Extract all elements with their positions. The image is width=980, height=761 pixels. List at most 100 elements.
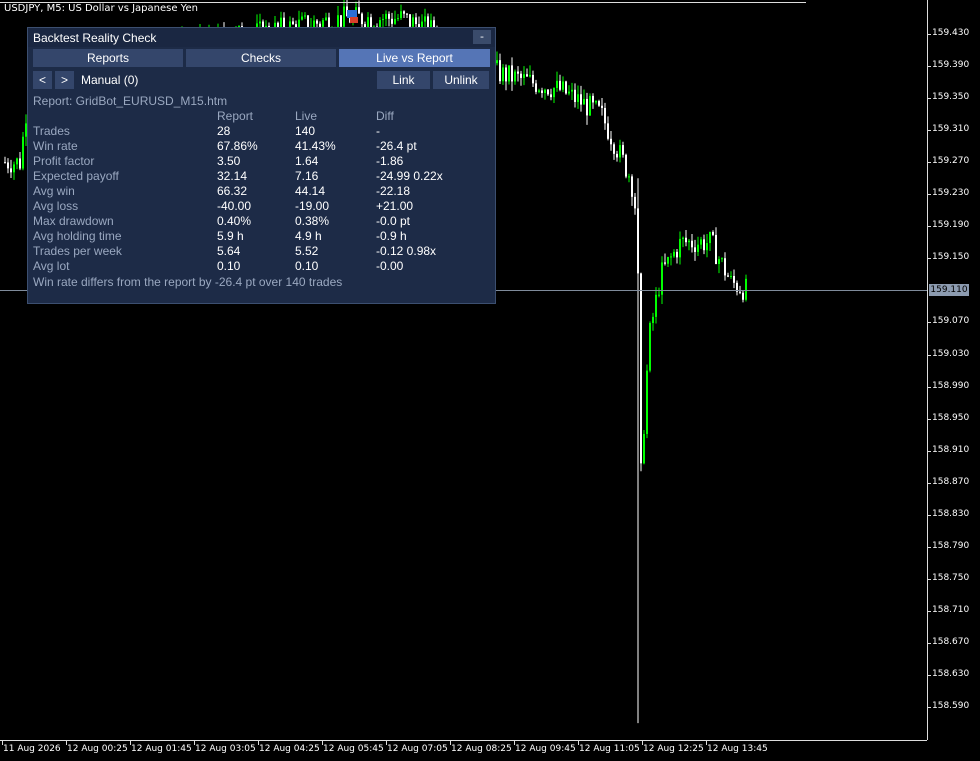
table-row: Expected payoff 32.14 7.16 -24.99 0.22x — [33, 169, 490, 184]
candle — [586, 92, 588, 125]
row-label: Avg holding time — [33, 229, 122, 243]
time-tick-label: 12 Aug 12:25 — [643, 744, 704, 754]
candle — [676, 249, 678, 264]
candle — [652, 312, 654, 331]
price-tick-label: 159.070 — [932, 316, 970, 327]
time-tick-label: 12 Aug 08:25 — [451, 744, 512, 754]
candle — [16, 157, 18, 170]
candle — [613, 142, 615, 160]
row-label: Expected payoff — [33, 169, 119, 183]
row-live-value: 0.38% — [295, 214, 330, 228]
time-tick-label: 11 Aug 2026 — [3, 744, 61, 754]
candle — [604, 102, 606, 130]
candle — [403, 10, 405, 19]
candle — [391, 12, 393, 29]
candle — [649, 321, 651, 373]
candle — [529, 65, 531, 78]
unlink-button[interactable]: Unlink — [433, 71, 489, 89]
candle — [517, 66, 519, 82]
next-button[interactable]: > — [55, 71, 74, 89]
candle — [625, 153, 627, 179]
table-row: Trades 28 140 - — [33, 124, 490, 139]
row-live-value: 1.64 — [295, 154, 319, 168]
summary-text: Win rate differs from the report by -26.… — [33, 275, 343, 289]
table-row: Win rate 67.86% 41.43% -26.4 pt — [33, 139, 490, 154]
candle — [547, 88, 549, 96]
candle — [589, 93, 591, 116]
row-label: Avg loss — [33, 199, 79, 213]
table-row: Avg holding time 5.9 h 4.9 h -0.9 h — [33, 229, 490, 244]
price-tickmark — [928, 130, 931, 132]
table-row: Avg win 66.32 44.14 -22.18 — [33, 184, 490, 199]
price-tickmark — [928, 258, 931, 260]
row-label: Trades per week — [33, 244, 122, 258]
candle — [7, 158, 9, 174]
candle — [673, 249, 675, 258]
candle — [703, 234, 705, 255]
time-tickmark — [578, 741, 579, 745]
row-diff-value: -0.0 pt — [376, 214, 411, 228]
link-button[interactable]: Link — [377, 71, 430, 89]
price-tickmark — [928, 322, 931, 324]
candle — [4, 156, 6, 164]
candle — [502, 64, 504, 85]
time-tickmark — [2, 741, 3, 745]
candle — [736, 280, 738, 296]
candle — [541, 87, 543, 98]
candle — [301, 12, 303, 21]
price-tickmark — [928, 610, 931, 612]
tab-live-vs-report[interactable]: Live vs Report — [339, 49, 490, 67]
candle — [19, 151, 21, 171]
tab-bar: Reports Checks Live vs Report — [33, 49, 490, 67]
candle — [397, 14, 399, 22]
candle — [535, 79, 537, 95]
candle — [505, 64, 507, 91]
candle — [595, 100, 597, 105]
candle — [742, 290, 744, 303]
row-report-value: 32.14 — [217, 169, 248, 183]
table-row: Avg lot 0.10 0.10 -0.00 — [33, 259, 490, 274]
price-axis[interactable]: 159.110 159.430 159.390 159.350 159.310 159.… — [927, 0, 980, 740]
candle — [733, 269, 735, 289]
candle — [634, 192, 636, 215]
row-diff-value: +21.00 — [376, 199, 414, 213]
price-tickmark — [928, 386, 931, 388]
price-tick-label: 159.150 — [932, 252, 970, 263]
manual-count-label: Manual (0) — [81, 73, 139, 87]
price-tickmark — [928, 642, 931, 644]
price-tick-label: 159.310 — [932, 124, 970, 135]
tab-reports[interactable]: Reports — [33, 49, 183, 67]
candle — [292, 17, 294, 25]
time-tick-label: 12 Aug 07:05 — [387, 744, 448, 754]
candle — [568, 85, 570, 96]
candle — [496, 51, 498, 66]
price-tick-label: 159.030 — [932, 348, 970, 359]
minimize-button[interactable]: - — [473, 30, 491, 44]
candle — [562, 76, 564, 93]
candle — [667, 256, 669, 268]
time-axis[interactable]: 11 Aug 2026 12 Aug 00:25 12 Aug 01:45 12 Au… — [0, 740, 927, 761]
tab-checks[interactable]: Checks — [186, 49, 336, 67]
row-diff-value: - — [376, 124, 380, 138]
candle — [685, 230, 687, 247]
candle — [538, 88, 540, 94]
price-tick-label: 158.750 — [932, 572, 970, 583]
candle — [727, 272, 729, 278]
time-tick-label: 12 Aug 13:45 — [707, 744, 768, 754]
time-tickmark — [194, 741, 195, 745]
candle — [259, 13, 261, 28]
panel-title-bar[interactable]: Backtest Reality Check - — [28, 28, 495, 47]
candle — [526, 68, 528, 77]
time-tickmark — [514, 741, 515, 745]
candle — [388, 11, 390, 27]
candle — [694, 239, 696, 261]
comparison-table: Report Live Diff Trades 28 140 - Win rate 67.… — [33, 109, 490, 274]
row-live-value: 5.52 — [295, 244, 319, 258]
candle — [712, 230, 714, 237]
price-tickmark — [928, 418, 931, 420]
backtest-reality-check-panel[interactable]: Backtest Reality Check - Reports Checks … — [27, 27, 496, 304]
price-tick-label: 158.790 — [932, 540, 970, 551]
candle — [559, 74, 561, 92]
prev-button[interactable]: < — [33, 71, 52, 89]
candle — [514, 69, 516, 85]
